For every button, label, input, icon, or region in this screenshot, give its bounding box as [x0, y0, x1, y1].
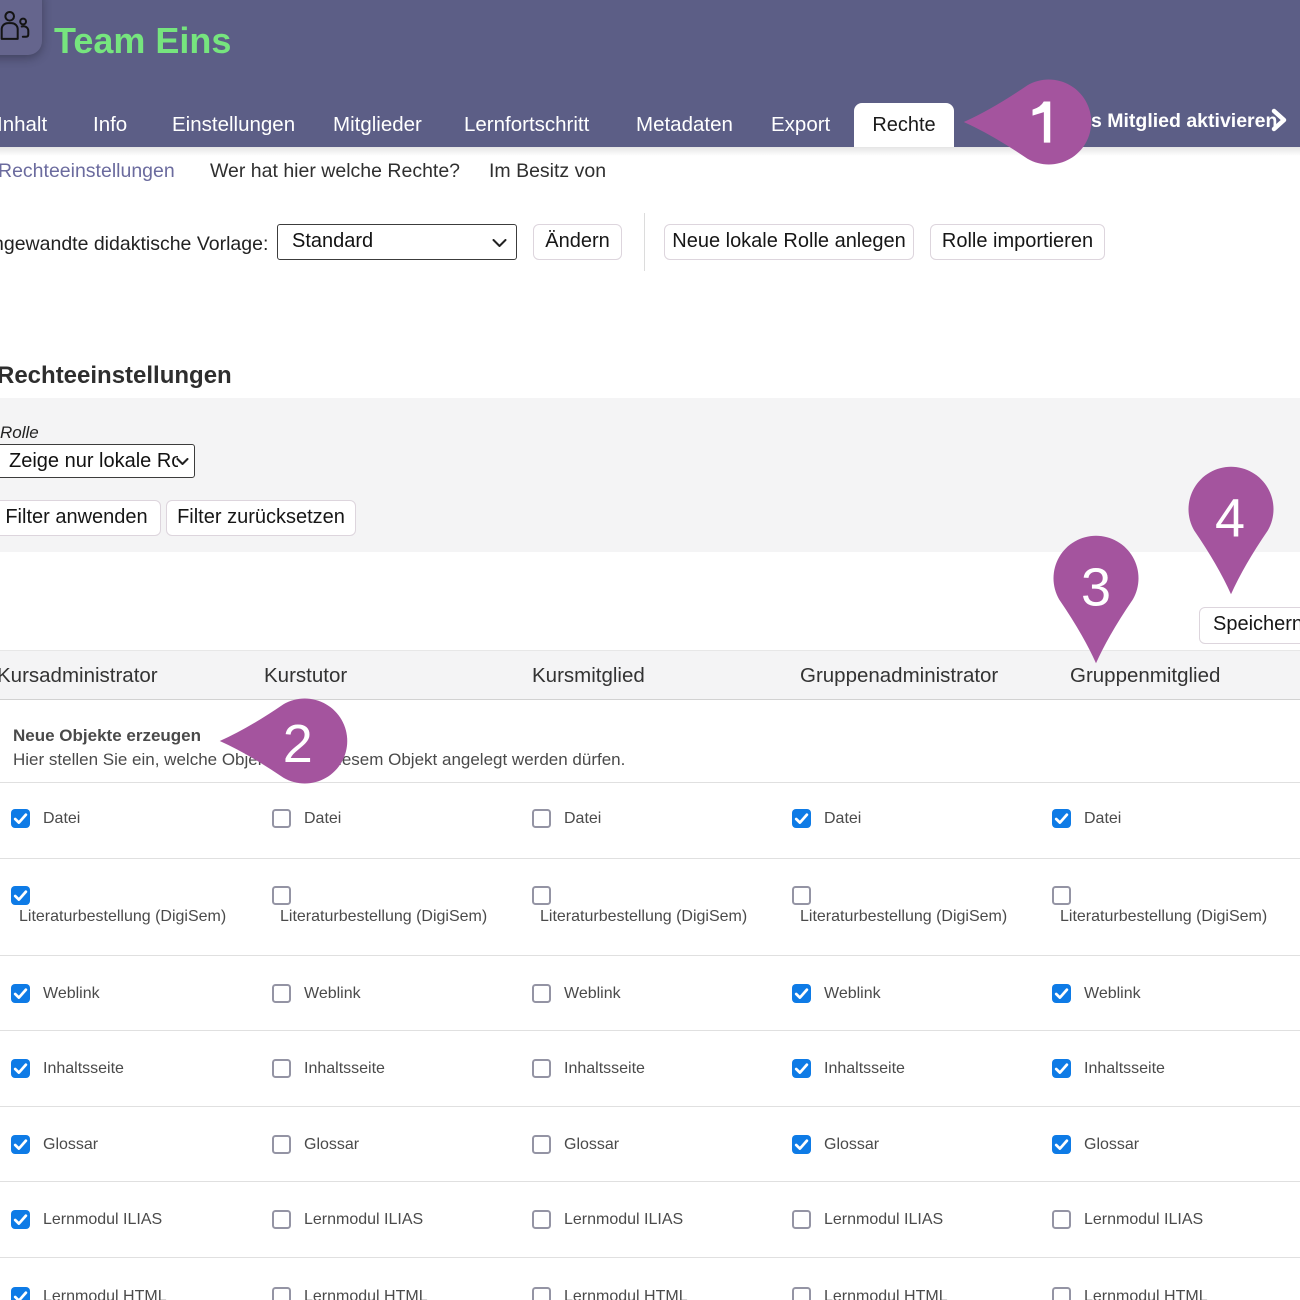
svg-text:3: 3: [1081, 557, 1111, 617]
svg-text:4: 4: [1215, 489, 1245, 549]
svg-text:2: 2: [283, 714, 313, 774]
